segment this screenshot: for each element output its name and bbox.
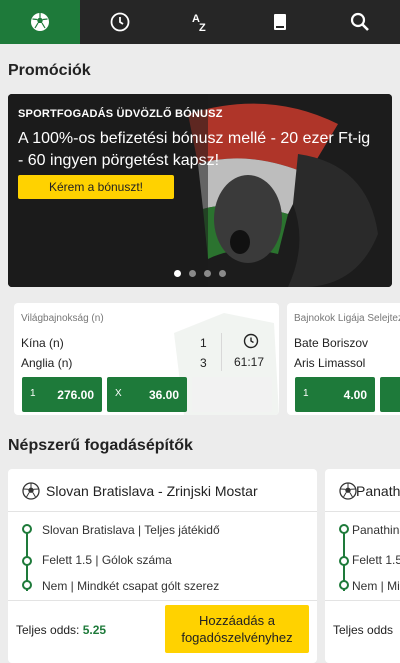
selection-item: Felett 1.5 | G	[352, 553, 400, 567]
total-odds-label: Teljes odds	[333, 623, 394, 637]
betslip-icon	[274, 14, 286, 30]
match-title: Panathinaikos	[356, 483, 400, 499]
nav-az[interactable]: A Z	[160, 0, 240, 44]
carousel-dot[interactable]	[219, 270, 226, 277]
soccer-ball-icon	[339, 482, 357, 500]
live-match-card[interactable]: Világbajnokság (n) Kína (n) Anglia (n) 1…	[14, 303, 279, 415]
live-match-card[interactable]: Bajnokok Ligája Selejtező Bate Boriszov …	[287, 303, 400, 415]
carousel-dot[interactable]	[189, 270, 196, 277]
selection-item: Nem | Mindkét csapat gólt szerez	[42, 579, 220, 593]
league-name: Világbajnokság (n)	[21, 313, 104, 324]
away-team: Aris Limassol	[294, 356, 366, 370]
total-odds-value: 5.25	[82, 623, 107, 637]
add-to-betslip-button[interactable]: Hozzáadás a fogadószelvényhez	[165, 605, 309, 653]
match-time: 61:17	[234, 355, 265, 369]
total-odds-label: Teljes odds:	[16, 623, 80, 637]
claim-bonus-button[interactable]: Kérem a bónuszt!	[18, 175, 174, 199]
selection-item: Slovan Bratislava | Teljes játékidő	[42, 523, 220, 537]
divider	[8, 511, 317, 512]
odd-button-away-suspended	[192, 377, 272, 412]
home-team: Bate Boriszov	[294, 336, 369, 350]
odd-button-home[interactable]: 1 4.00	[295, 377, 375, 412]
bet-builders-title: Népszerű fogadásépítők	[8, 437, 193, 454]
divider	[325, 511, 400, 512]
bet-builder-card[interactable]: Panathinaikos Panathinaikos Felett 1.5 |…	[325, 469, 400, 663]
timeline-node	[22, 580, 32, 590]
odd-value: 4.00	[343, 388, 367, 402]
sports-ball-icon	[31, 13, 49, 31]
carousel-dot[interactable]	[204, 270, 211, 277]
soccer-ball-icon	[22, 482, 40, 500]
az-sort-icon: A Z	[192, 13, 206, 33]
svg-text:Z: Z	[199, 22, 206, 33]
nav-search[interactable]	[320, 0, 400, 44]
timeline-node	[22, 524, 32, 534]
odd-label: X	[115, 388, 122, 399]
timeline-node	[22, 556, 32, 566]
odd-label: 1	[303, 388, 309, 399]
score-divider	[221, 333, 222, 371]
promo-headline: A 100%-os befizetési bónusz mellé - 20 e…	[18, 130, 371, 169]
promo-banner[interactable]: SPORTFOGADÁS ÜDVÖZLŐ BÓNUSZ A 100%-os be…	[8, 94, 392, 287]
away-score: 3	[200, 356, 207, 370]
timeline-node	[339, 556, 349, 566]
away-team: Anglia (n)	[21, 356, 73, 370]
odd-label: 1	[30, 388, 36, 399]
odd-button-home[interactable]: 1 276.00	[22, 377, 102, 412]
total-odds: Teljes odds: 5.25	[16, 623, 106, 637]
divider	[325, 600, 400, 601]
home-team: Kína (n)	[21, 336, 64, 350]
league-name: Bajnokok Ligája Selejtező	[294, 313, 400, 324]
nav-betslip[interactable]	[240, 0, 320, 44]
carousel-dot[interactable]	[174, 270, 181, 277]
match-title: Slovan Bratislava - Zrinjski Mostar	[46, 483, 258, 499]
selection-item: Felett 1.5 | Gólok száma	[42, 553, 172, 567]
selection-item: Nem | Mindkét	[352, 579, 400, 593]
search-icon	[350, 12, 369, 31]
selection-item: Panathinaikos	[352, 523, 400, 537]
odd-button-draw[interactable]: X 36.00	[107, 377, 187, 412]
home-score: 1	[200, 336, 207, 350]
odd-value: 276.00	[57, 388, 94, 402]
live-clock-icon	[110, 12, 130, 32]
timeline-node	[339, 524, 349, 534]
odd-button-draw[interactable]	[380, 377, 400, 412]
bet-builder-card[interactable]: Slovan Bratislava - Zrinjski Mostar Slov…	[8, 469, 317, 663]
carousel-dots	[8, 270, 392, 277]
match-clock-icon	[243, 333, 259, 349]
promotions-title: Promóciók	[8, 62, 91, 79]
divider	[8, 600, 317, 601]
nav-sports[interactable]	[0, 0, 80, 44]
top-nav: A Z	[0, 0, 400, 44]
nav-live[interactable]	[80, 0, 160, 44]
timeline-node	[339, 580, 349, 590]
odd-value: 36.00	[148, 388, 179, 402]
promo-eyebrow: SPORTFOGADÁS ÜDVÖZLŐ BÓNUSZ	[18, 108, 223, 120]
